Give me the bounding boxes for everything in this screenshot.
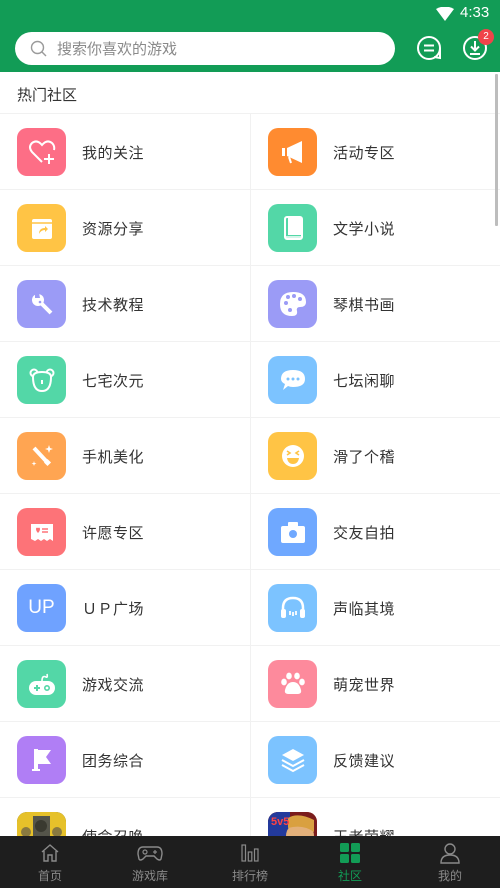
search-icon <box>30 40 47 57</box>
laugh-face-icon <box>268 432 317 480</box>
community-item[interactable]: 游戏交流 <box>0 645 250 721</box>
nav-label: 排行榜 <box>231 869 268 883</box>
community-item-label: 七宅次元 <box>82 372 145 390</box>
community-item-label: 许愿专区 <box>82 524 145 542</box>
magic-wand-icon <box>17 432 66 480</box>
download-badge: 2 <box>478 29 494 45</box>
community-item-label: 七坛闲聊 <box>333 372 396 390</box>
nav-item-community[interactable]: 社区 <box>300 836 400 888</box>
community-item-label: 萌宠世界 <box>333 676 396 694</box>
community-item[interactable]: 文学小说 <box>250 189 500 265</box>
wifi-icon <box>436 7 454 21</box>
community-item[interactable]: 滑了个稽 <box>250 417 500 493</box>
status-time: 4:33 <box>460 4 490 21</box>
paw-icon <box>268 660 317 708</box>
community-item[interactable]: 团务综合 <box>0 721 250 797</box>
home-icon <box>41 844 59 862</box>
community-item[interactable]: 手机美化 <box>0 417 250 493</box>
megaphone-icon <box>268 128 317 176</box>
community-item-label: 文学小说 <box>333 220 396 238</box>
community-item-label: 反馈建议 <box>333 752 396 770</box>
community-item-label: 活动专区 <box>333 144 396 162</box>
status-bar: 4:33 <box>0 0 500 28</box>
community-item-label: ＵＰ广场 <box>82 600 145 618</box>
community-item[interactable]: 琴棋书画 <box>250 265 500 341</box>
community-item[interactable]: 声临其境 <box>250 569 500 645</box>
community-item-label: 手机美化 <box>82 448 145 466</box>
message-icon[interactable] <box>414 33 444 63</box>
section-title: 热门社区 <box>17 86 78 104</box>
community-item-label: 游戏交流 <box>82 676 145 694</box>
bottom-nav: 首页 游戏库 排行榜 社区 我的 <box>0 836 500 888</box>
svg-text:5v5: 5v5 <box>271 816 289 828</box>
scrollbar[interactable] <box>495 74 498 226</box>
community-item[interactable]: 七坛闲聊 <box>250 341 500 417</box>
community-item-label: 琴棋书画 <box>333 296 396 314</box>
camera-icon <box>268 508 317 556</box>
layers-icon <box>268 736 317 784</box>
community-item-label: 团务综合 <box>82 752 145 770</box>
community-item[interactable]: 活动专区 <box>250 113 500 189</box>
wrench-icon <box>17 280 66 328</box>
palette-icon <box>268 280 317 328</box>
up-icon: UP <box>17 584 66 632</box>
community-item[interactable]: 资源分享 <box>0 189 250 265</box>
nav-label: 社区 <box>337 869 362 883</box>
nav-label: 游戏库 <box>131 869 168 883</box>
community-item-label: 滑了个稽 <box>333 448 396 466</box>
book-icon <box>268 204 317 252</box>
nav-item-home[interactable]: 首页 <box>0 836 100 888</box>
community-item[interactable]: UP ＵＰ广场 <box>0 569 250 645</box>
community-item[interactable]: 七宅次元 <box>0 341 250 417</box>
wish-ticket-icon <box>17 508 66 556</box>
community-grid-icon <box>340 843 360 863</box>
nav-label: 我的 <box>437 869 462 883</box>
nav-label: 首页 <box>37 869 62 883</box>
search-bar[interactable] <box>15 32 395 65</box>
app-header: 4:33 2 <box>0 0 500 72</box>
share-box-icon <box>17 204 66 252</box>
community-item-label: 我的关注 <box>82 144 145 162</box>
community-item[interactable]: 萌宠世界 <box>250 645 500 721</box>
nav-item-ranking[interactable]: 排行榜 <box>200 836 300 888</box>
community-item[interactable]: 反馈建议 <box>250 721 500 797</box>
community-item[interactable]: 交友自拍 <box>250 493 500 569</box>
search-input[interactable] <box>57 32 377 65</box>
community-item[interactable]: 技术教程 <box>0 265 250 341</box>
community-item-label: 资源分享 <box>82 220 145 238</box>
nav-item-game-library[interactable]: 游戏库 <box>100 836 200 888</box>
community-item-label: 技术教程 <box>82 296 145 314</box>
ranking-bars-icon <box>241 844 259 862</box>
gamepad-icon <box>137 846 163 861</box>
community-item-label: 声临其境 <box>333 600 396 618</box>
user-icon <box>440 843 460 864</box>
chat-bubble-icon <box>268 356 317 404</box>
nav-item-mine[interactable]: 我的 <box>400 836 500 888</box>
heart-plus-icon <box>17 128 66 176</box>
flag-icon <box>17 736 66 784</box>
bear-icon <box>17 356 66 404</box>
community-item[interactable]: 我的关注 <box>0 113 250 189</box>
community-item[interactable]: 许愿专区 <box>0 493 250 569</box>
headphones-icon <box>268 584 317 632</box>
community-item-label: 交友自拍 <box>333 524 396 542</box>
gamepad-icon <box>17 660 66 708</box>
